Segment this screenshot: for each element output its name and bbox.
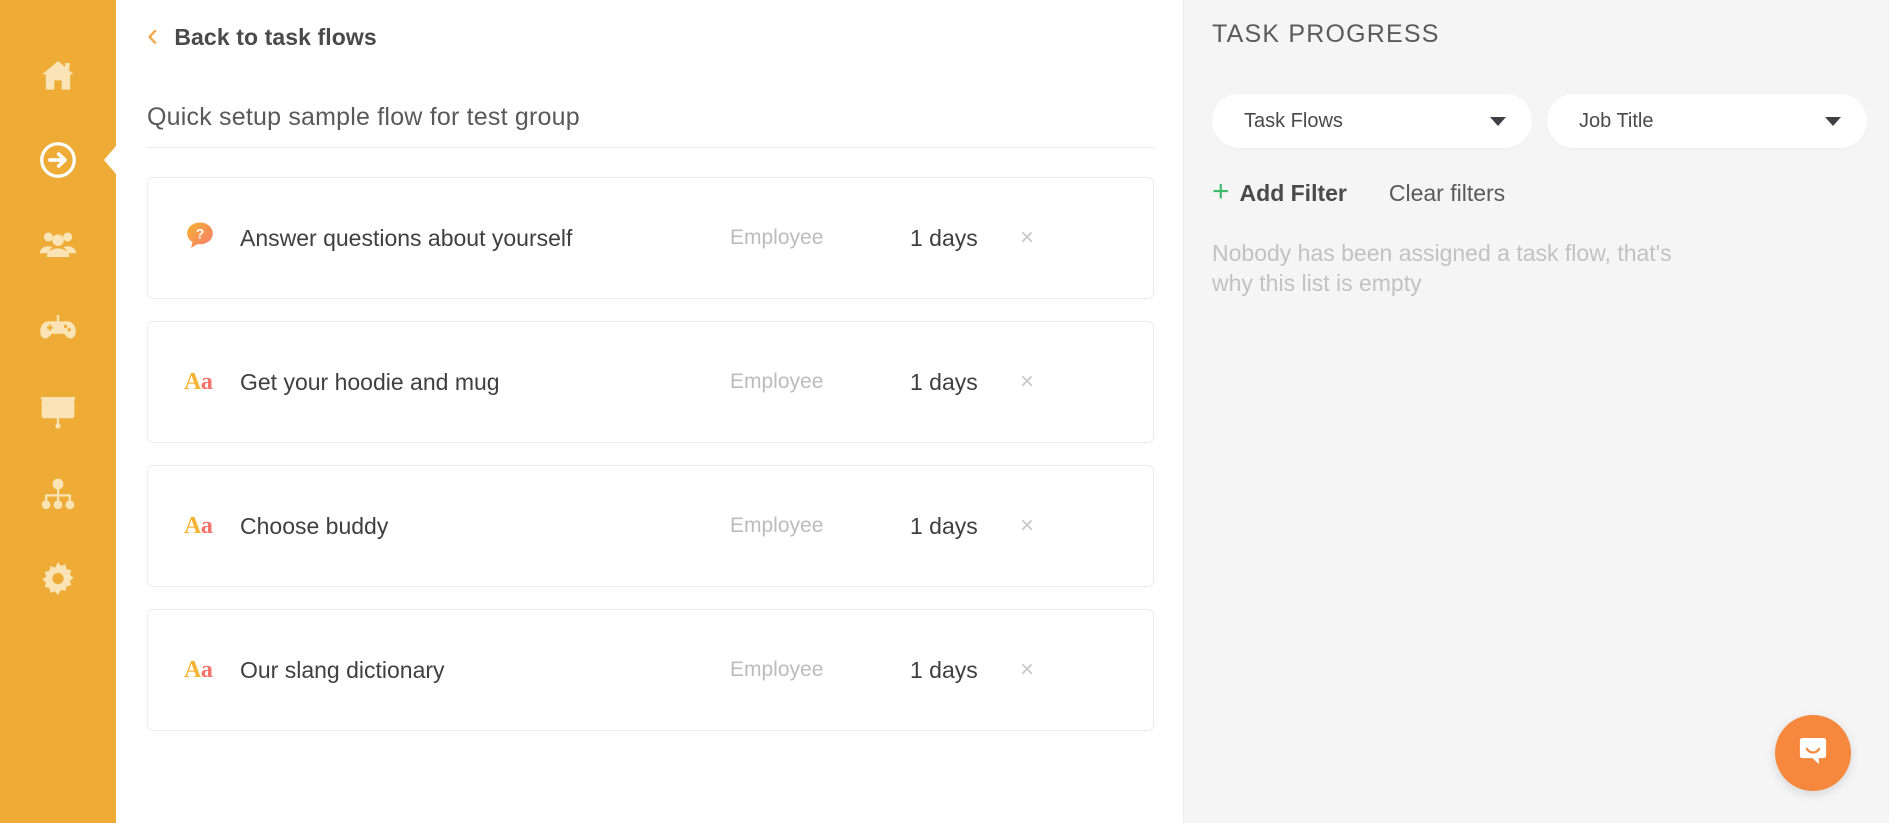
chevron-down-icon [1490,116,1506,126]
sidebar-item-task-flows[interactable] [0,118,116,202]
sidebar-item-settings[interactable] [0,538,116,622]
task-role: Employee [730,226,824,249]
sidebar-item-presentations[interactable] [0,370,116,454]
filter-actions: + Add Filter Clear filters [1212,175,1889,208]
task-duration: 1 days [910,512,978,539]
aa-upper: A [184,368,201,395]
clear-filters-button[interactable]: Clear filters [1389,180,1505,207]
main-sidebar [0,0,116,823]
task-name: Get your hoodie and mug [240,368,500,395]
home-icon [38,56,78,96]
chat-bubble-smile-icon [1794,732,1832,775]
aa-lower: a [200,512,213,539]
task-row[interactable]: Aa Get your hoodie and mug Employee 1 da… [147,321,1154,443]
text-aa-icon: Aa [184,656,213,684]
chevron-left-icon: ‹ [147,16,159,54]
aa-upper: A [184,656,201,683]
remove-task-button[interactable]: × [1020,224,1080,252]
job-title-dropdown[interactable]: Job Title [1547,94,1867,148]
text-aa-icon: Aa [184,368,213,396]
task-duration: 1 days [910,224,978,251]
gamepad-icon [37,307,79,349]
task-name: Answer questions about yourself [240,224,573,251]
task-type-icon-wrap: ? [184,220,240,257]
people-group-icon [37,223,79,265]
aa-upper: A [184,512,201,539]
flow-title-section: Quick setup sample flow for test group [147,103,1154,148]
task-type-icon-wrap: Aa [184,657,240,684]
task-name: Our slang dictionary [240,656,445,683]
gear-icon [37,559,79,601]
task-duration: 1 days [910,656,978,683]
aa-lower: a [200,368,213,395]
aa-lower: a [200,656,213,683]
presentation-chart-icon [37,391,79,433]
question-bubble-icon: ? [184,220,216,257]
back-label: Back to task flows [174,23,377,50]
task-role: Employee [730,370,824,393]
task-role: Employee [730,514,824,537]
remove-task-button[interactable]: × [1020,368,1080,396]
active-indicator-notch [104,146,116,174]
intercom-launcher-button[interactable] [1775,715,1851,791]
page-title: Quick setup sample flow for test group [147,103,580,131]
sidebar-item-home[interactable] [0,34,116,118]
task-duration: 1 days [910,368,978,395]
task-type-icon-wrap: Aa [184,513,240,540]
plus-icon: + [1212,175,1230,208]
text-aa-icon: Aa [184,512,213,540]
back-to-task-flows-button[interactable]: ‹ Back to task flows [147,0,377,64]
job-title-dropdown-label: Job Title [1579,109,1654,132]
task-flows-dropdown-label: Task Flows [1244,109,1343,132]
task-flows-dropdown[interactable]: Task Flows [1212,94,1532,148]
sidebar-item-people[interactable] [0,202,116,286]
sidebar-item-games[interactable] [0,286,116,370]
empty-state-message: Nobody has been assigned a task flow, th… [1212,240,1672,296]
task-role: Employee [730,658,824,681]
svg-text:?: ? [196,225,205,241]
add-filter-button[interactable]: + Add Filter [1212,175,1347,208]
arrow-circle-right-icon [37,139,79,181]
add-filter-label: Add Filter [1239,180,1347,206]
task-type-icon-wrap: Aa [184,369,240,396]
remove-task-button[interactable]: × [1020,512,1080,540]
task-row[interactable]: Aa Our slang dictionary Employee 1 days … [147,609,1154,731]
sidebar-item-org-chart[interactable] [0,454,116,538]
filters-row: Task Flows Job Title [1212,94,1889,148]
chevron-down-icon [1825,116,1841,126]
task-row[interactable]: Aa Choose buddy Employee 1 days × [147,465,1154,587]
task-progress-panel: TASK PROGRESS Task Flows Job Title + Add… [1183,0,1889,823]
org-chart-icon [37,475,79,517]
task-name: Choose buddy [240,512,389,539]
task-list: ? Answer questions about yourself Employ… [147,177,1154,731]
panel-title: TASK PROGRESS [1212,20,1440,48]
remove-task-button[interactable]: × [1020,656,1080,684]
app-root: ‹ Back to task flows Quick setup sample … [0,0,1889,823]
task-row[interactable]: ? Answer questions about yourself Employ… [147,177,1154,299]
